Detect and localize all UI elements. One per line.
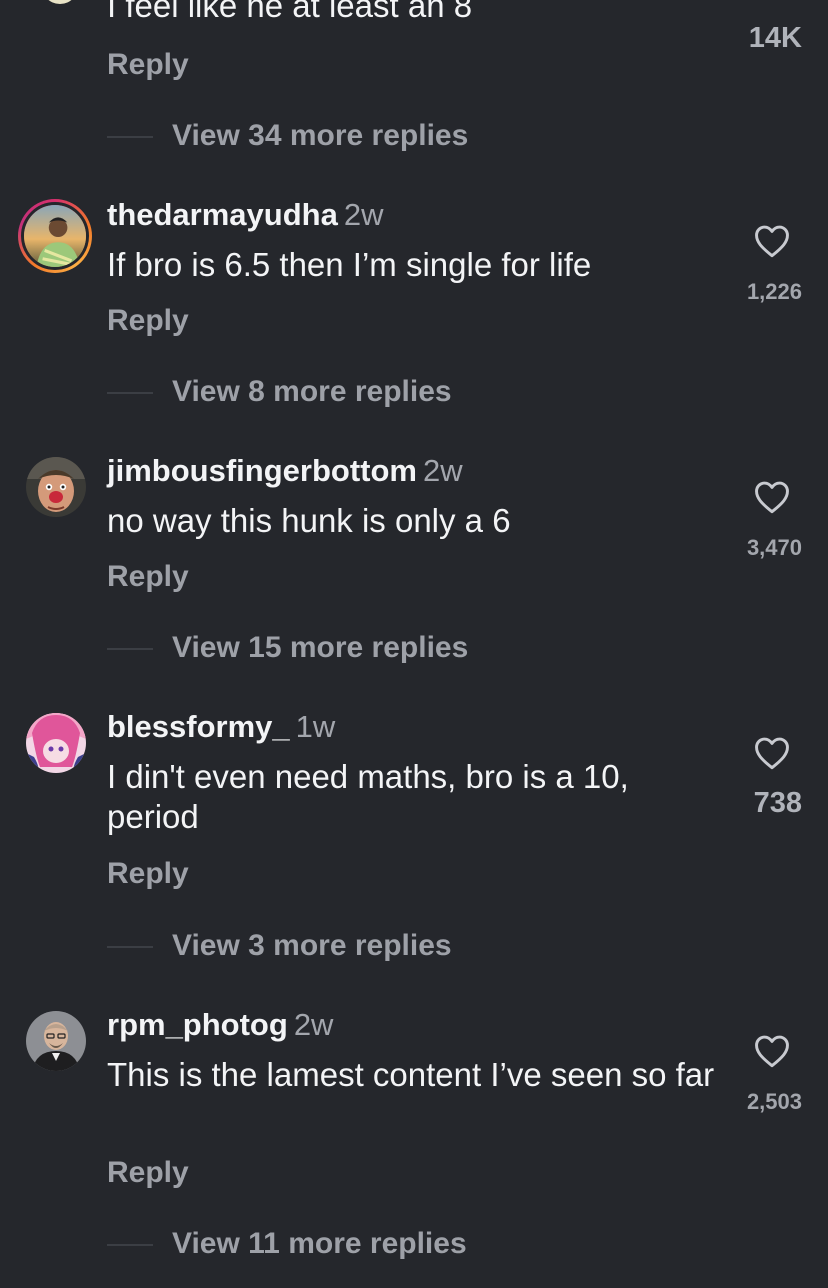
heart-outline-icon[interactable] <box>753 480 791 514</box>
divider <box>107 136 153 138</box>
timestamp: 1w <box>295 709 336 744</box>
reply-button[interactable]: Reply <box>107 856 189 892</box>
heart-outline-icon[interactable] <box>753 1034 791 1068</box>
comment-text: I din't even need maths, bro is a 10, pe… <box>107 758 629 835</box>
divider <box>107 648 153 650</box>
comment-header: thedarmayudha 2w <box>107 197 383 233</box>
view-replies-label: View 8 more replies <box>172 375 452 408</box>
heart-outline-icon[interactable] <box>753 224 791 258</box>
timestamp: 2w <box>422 453 463 488</box>
avatar[interactable] <box>40 0 80 4</box>
avatar-photo <box>24 205 86 267</box>
timestamp: 2w <box>343 197 384 232</box>
like-count[interactable]: 1,226 <box>747 279 802 305</box>
avatar[interactable] <box>26 457 86 517</box>
like-count[interactable]: 2,503 <box>747 1089 802 1115</box>
view-replies-label: View 15 more replies <box>172 631 469 664</box>
divider <box>107 392 153 394</box>
like-count[interactable]: 14K <box>749 21 802 55</box>
username[interactable]: thedarmayudha <box>107 197 338 232</box>
reply-button[interactable]: Reply <box>107 303 189 339</box>
like-count[interactable]: 738 <box>754 786 802 820</box>
comment-text: This is the lamest content I’ve seen so … <box>107 1056 715 1093</box>
username[interactable]: blessformy_ <box>107 709 290 744</box>
divider <box>107 946 153 948</box>
comment-header: jimbousfingerbottom 2w <box>107 453 463 489</box>
like-count[interactable]: 3,470 <box>747 535 802 561</box>
reply-button[interactable]: Reply <box>107 559 189 595</box>
username[interactable]: jimbousfingerbottom <box>107 453 417 488</box>
view-replies-label: View 3 more replies <box>172 929 452 962</box>
comment-header: rpm_photog 2w <box>107 1007 333 1043</box>
avatar[interactable] <box>26 713 86 773</box>
comment-header: blessformy_ 1w <box>107 709 335 745</box>
avatar[interactable] <box>26 1011 86 1071</box>
username[interactable]: rpm_photog <box>107 1007 288 1042</box>
avatar-photo <box>26 457 86 517</box>
avatar[interactable] <box>18 199 92 273</box>
reply-button[interactable]: Reply <box>107 47 189 83</box>
comment-text: I feel like he at least an 8 <box>107 0 473 24</box>
avatar-photo <box>26 1011 86 1071</box>
view-replies-label: View 34 more replies <box>172 119 469 152</box>
timestamp: 2w <box>293 1007 334 1042</box>
avatar-anime <box>26 713 86 773</box>
comment-text: no way this hunk is only a 6 <box>107 502 511 539</box>
reply-button[interactable]: Reply <box>107 1155 189 1191</box>
view-replies-label: View 11 more replies <box>172 1227 467 1260</box>
heart-outline-icon[interactable] <box>753 736 791 770</box>
comment-text: If bro is 6.5 then I’m single for life <box>107 246 592 283</box>
divider <box>107 1244 153 1246</box>
